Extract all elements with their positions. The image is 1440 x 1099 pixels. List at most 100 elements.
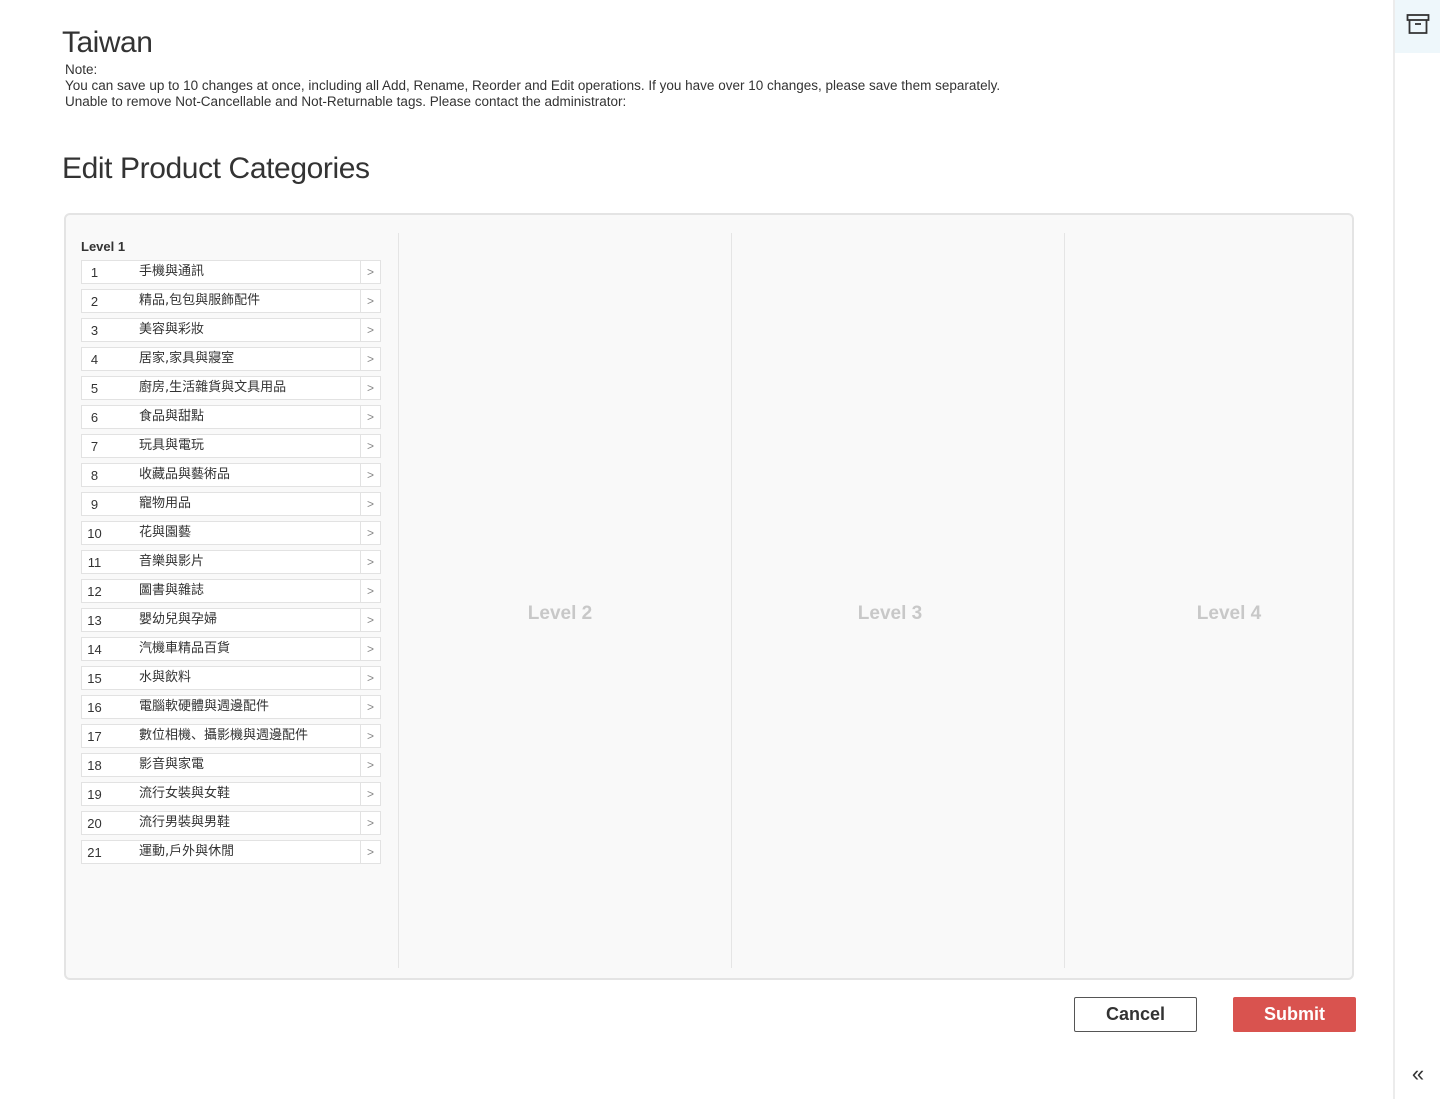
chevron-right-icon[interactable]: > xyxy=(360,493,380,515)
level-4-placeholder: Level 4 xyxy=(1196,603,1262,624)
category-name: 居家,家具與寢室 xyxy=(139,351,235,366)
chevron-right-icon[interactable]: > xyxy=(360,580,380,602)
category-number: 17 xyxy=(87,728,102,744)
level-2-placeholder: Level 2 xyxy=(527,603,593,624)
category-name: 玩具與電玩 xyxy=(139,438,205,453)
chevron-right-icon[interactable]: > xyxy=(360,638,380,660)
category-row[interactable]: 11 音樂與影片 > xyxy=(81,550,381,574)
notes: Note: You can save up to 10 changes at o… xyxy=(65,62,1000,110)
category-name: 食品與甜點 xyxy=(139,409,205,424)
category-name: 花與園藝 xyxy=(139,525,192,540)
chevron-right-icon[interactable]: > xyxy=(360,522,380,544)
archive-button[interactable] xyxy=(1395,0,1440,53)
level-2-column: Level 2 xyxy=(399,233,731,968)
category-name: 運動,戶外與休閒 xyxy=(139,844,235,859)
category-row[interactable]: 2 精品,包包與服飾配件 > xyxy=(81,289,381,313)
category-name: 流行男裝與男鞋 xyxy=(139,815,231,830)
category-name: 手機與通訊 xyxy=(139,264,205,279)
note-line-changes: You can save up to 10 changes at once, i… xyxy=(65,78,1001,93)
chevron-right-icon[interactable]: > xyxy=(360,754,380,776)
category-number: 7 xyxy=(90,438,99,454)
category-row[interactable]: 21 運動,戶外與休閒 > xyxy=(81,840,381,864)
category-number: 16 xyxy=(87,699,102,715)
category-row[interactable]: 15 水與飲料 > xyxy=(81,666,381,690)
category-name: 影音與家電 xyxy=(139,757,205,772)
submit-button[interactable]: Submit xyxy=(1233,997,1356,1032)
category-name: 美容與彩妝 xyxy=(139,322,205,337)
category-number: 19 xyxy=(87,786,102,802)
category-number: 6 xyxy=(90,409,99,425)
category-number: 3 xyxy=(90,322,99,338)
category-number: 14 xyxy=(87,641,102,657)
category-number: 12 xyxy=(87,583,102,599)
category-number: 1 xyxy=(90,264,99,280)
category-number: 8 xyxy=(90,467,99,483)
category-number: 13 xyxy=(87,612,102,628)
chevron-right-icon[interactable]: > xyxy=(360,667,380,689)
chevron-right-icon[interactable]: > xyxy=(360,725,380,747)
category-row[interactable]: 9 寵物用品 > xyxy=(81,492,381,516)
category-name: 收藏品與藝術品 xyxy=(139,467,231,482)
double-chevron-left-icon: « xyxy=(1411,1061,1425,1086)
category-row[interactable]: 3 美容與彩妝 > xyxy=(81,318,381,342)
category-row[interactable]: 7 玩具與電玩 > xyxy=(81,434,381,458)
chevron-right-icon[interactable]: > xyxy=(360,261,380,283)
category-name: 精品,包包與服飾配件 xyxy=(139,293,261,308)
level-1-category-list: 1 手機與通訊 >2 精品,包包與服飾配件 >3 美容與彩妝 >4 居家,家具與寢室 >5 廚房,… xyxy=(81,260,381,869)
cancel-button[interactable]: Cancel xyxy=(1074,997,1197,1032)
category-row[interactable]: 13 嬰幼兒與孕婦 > xyxy=(81,608,381,632)
category-number: 10 xyxy=(87,525,102,541)
category-number: 9 xyxy=(90,496,99,512)
category-name: 圖書與雜誌 xyxy=(139,583,205,598)
chevron-right-icon[interactable]: > xyxy=(360,377,380,399)
chevron-right-icon[interactable]: > xyxy=(360,696,380,718)
chevron-right-icon[interactable]: > xyxy=(360,464,380,486)
category-number: 18 xyxy=(87,757,102,773)
note-label: Note: xyxy=(65,62,98,77)
chevron-right-icon[interactable]: > xyxy=(360,812,380,834)
category-row[interactable]: 20 流行男裝與男鞋 > xyxy=(81,811,381,835)
category-name: 電腦軟硬體與週邊配件 xyxy=(139,699,270,714)
category-number: 11 xyxy=(87,554,102,570)
category-number: 15 xyxy=(87,670,102,686)
category-row[interactable]: 12 圖書與雜誌 > xyxy=(81,579,381,603)
category-row[interactable]: 10 花與園藝 > xyxy=(81,521,381,545)
category-row[interactable]: 18 影音與家電 > xyxy=(81,753,381,777)
level-3-placeholder: Level 3 xyxy=(857,603,923,624)
chevron-right-icon[interactable]: > xyxy=(360,319,380,341)
category-name: 音樂與影片 xyxy=(139,554,205,569)
category-row[interactable]: 5 廚房,生活雜貨與文具用品 > xyxy=(81,376,381,400)
category-number: 20 xyxy=(87,815,102,831)
side-rail: « xyxy=(1393,0,1440,1099)
category-row[interactable]: 8 收藏品與藝術品 > xyxy=(81,463,381,487)
chevron-right-icon[interactable]: > xyxy=(360,783,380,805)
category-name: 流行女裝與女鞋 xyxy=(139,786,231,801)
category-row[interactable]: 4 居家,家具與寢室 > xyxy=(81,347,381,371)
collapse-panel-button[interactable]: « xyxy=(1405,1060,1431,1088)
chevron-right-icon[interactable]: > xyxy=(360,841,380,863)
chevron-right-icon[interactable]: > xyxy=(360,348,380,370)
category-number: 4 xyxy=(90,351,99,367)
chevron-right-icon[interactable]: > xyxy=(360,551,380,573)
category-row[interactable]: 6 食品與甜點 > xyxy=(81,405,381,429)
level-3-column: Level 3 xyxy=(732,233,1064,968)
category-row[interactable]: 16 電腦軟硬體與週邊配件 > xyxy=(81,695,381,719)
category-row[interactable]: 19 流行女裝與女鞋 > xyxy=(81,782,381,806)
chevron-right-icon[interactable]: > xyxy=(360,435,380,457)
chevron-right-icon[interactable]: > xyxy=(360,609,380,631)
category-name: 數位相機、攝影機與週邊配件 xyxy=(139,728,309,743)
category-number: 2 xyxy=(90,293,99,309)
region-title: Taiwan xyxy=(62,26,153,59)
category-row[interactable]: 1 手機與通訊 > xyxy=(81,260,381,284)
category-row[interactable]: 17 數位相機、攝影機與週邊配件 > xyxy=(81,724,381,748)
level-1-column: Level 1 1 手機與通訊 >2 精品,包包與服飾配件 >3 美容與彩妝 >4 居家,家具… xyxy=(66,233,398,968)
level-4-column: Level 4 xyxy=(1065,233,1352,968)
chevron-right-icon[interactable]: > xyxy=(360,290,380,312)
category-row[interactable]: 14 汽機車精品百貨 > xyxy=(81,637,381,661)
category-editor: Level 1 1 手機與通訊 >2 精品,包包與服飾配件 >3 美容與彩妝 >4 居家,家具… xyxy=(64,213,1354,980)
category-name: 廚房,生活雜貨與文具用品 xyxy=(139,380,287,395)
category-name: 寵物用品 xyxy=(139,496,192,511)
category-number: 5 xyxy=(90,380,99,396)
chevron-right-icon[interactable]: > xyxy=(360,406,380,428)
category-name: 汽機車精品百貨 xyxy=(139,641,231,656)
